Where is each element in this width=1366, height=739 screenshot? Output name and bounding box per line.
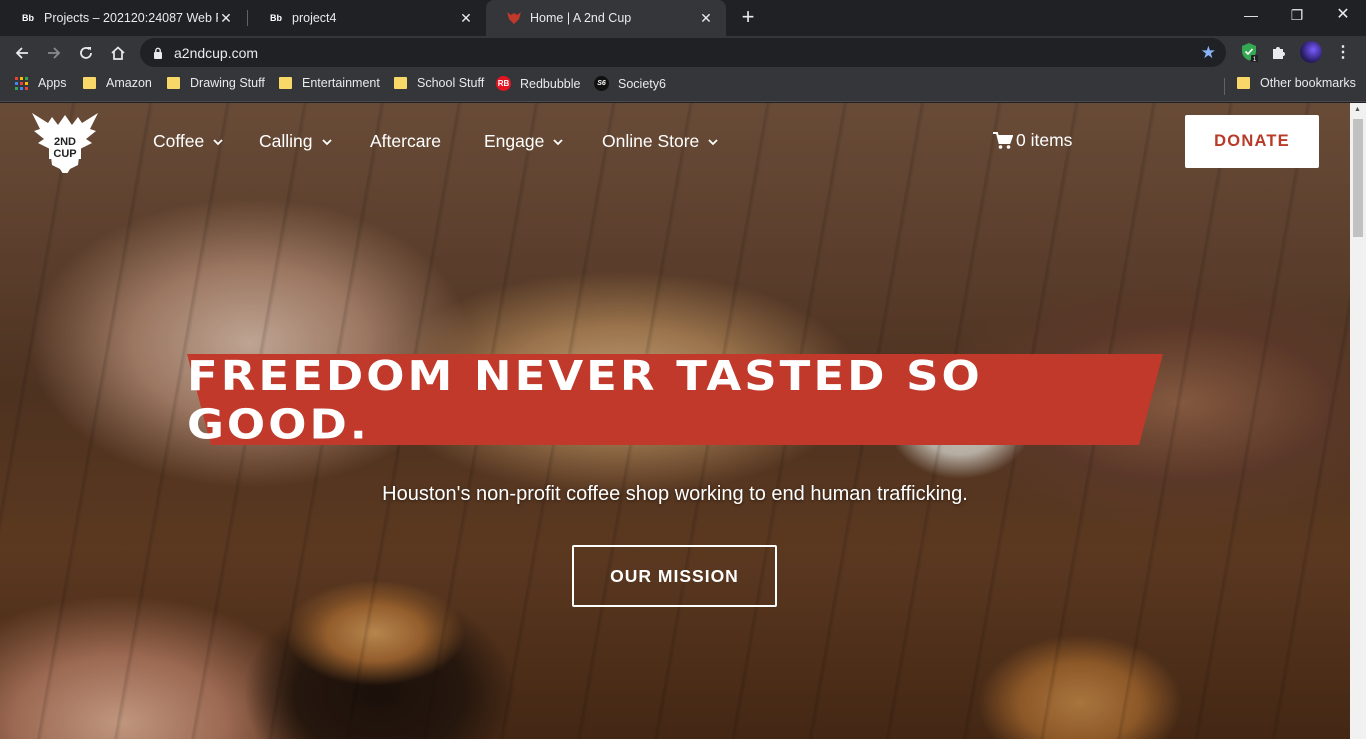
- headline-text: FREEDOM NEVER TASTED SO GOOD.: [187, 350, 983, 449]
- page-scrollbar[interactable]: ▲: [1350, 103, 1366, 739]
- a2ndcup-icon: [506, 10, 522, 26]
- bookmark-label: Other bookmarks: [1260, 76, 1356, 90]
- chevron-down-icon: [708, 138, 718, 145]
- tab-project4[interactable]: Bb project4 ✕: [248, 0, 486, 36]
- bookmark-star-icon[interactable]: ★: [1201, 43, 1216, 63]
- bookmark-other-bookmarks[interactable]: Other bookmarks: [1237, 76, 1356, 90]
- blackboard-icon: Bb: [270, 13, 282, 23]
- lock-icon[interactable]: [153, 46, 163, 64]
- bookmark-label: Redbubble: [520, 76, 581, 91]
- tab-strip: Bb Projects – 202120:24087 Web Pag ✕ Bb …: [0, 0, 1366, 36]
- bookmark-entertainment[interactable]: Entertainment: [279, 76, 380, 90]
- donate-button[interactable]: DONATE: [1185, 115, 1319, 168]
- nav-item-online-store[interactable]: Online Store: [602, 131, 718, 152]
- site-logo[interactable]: 2ND CUP: [30, 109, 100, 177]
- tab-title: project4: [292, 11, 337, 25]
- scrollbar-thumb[interactable]: [1353, 119, 1363, 237]
- nav-label: Engage: [484, 131, 545, 151]
- bookmark-label: Drawing Stuff: [190, 76, 265, 90]
- window-close-icon[interactable]: ✕: [1320, 0, 1366, 30]
- tab-title: Projects – 202120:24087 Web Pag: [44, 11, 218, 25]
- nav-label: Aftercare: [370, 131, 441, 151]
- bookmark-label: Apps: [38, 76, 67, 90]
- tab-projects[interactable]: Bb Projects – 202120:24087 Web Pag ✕: [0, 0, 246, 36]
- nav-item-engage[interactable]: Engage: [484, 131, 563, 152]
- close-icon[interactable]: ✕: [698, 10, 714, 27]
- browser-toolbar: a2ndcup.com ★ 1 ⋮: [0, 36, 1366, 69]
- chevron-down-icon: [553, 138, 563, 145]
- nav-label: Online Store: [602, 131, 700, 151]
- url-text: a2ndcup.com: [174, 45, 259, 61]
- blackboard-icon: Bb: [22, 13, 34, 23]
- nav-item-aftercare[interactable]: Aftercare: [370, 131, 441, 152]
- logo-text-top: 2ND: [54, 136, 76, 148]
- bookmark-amazon[interactable]: Amazon: [83, 76, 152, 90]
- chevron-down-icon: [321, 138, 332, 145]
- minimize-icon[interactable]: —: [1228, 0, 1274, 30]
- close-icon[interactable]: ✕: [218, 10, 234, 27]
- forward-icon[interactable]: [40, 39, 68, 67]
- folder-icon: [394, 77, 407, 89]
- new-tab-icon[interactable]: +: [736, 5, 760, 29]
- bookmark-society6[interactable]: S6 Society6: [594, 76, 666, 91]
- apps-grid-icon: [15, 76, 28, 90]
- hero-section: 2ND CUP Coffee Calling Aftercare Engage …: [0, 103, 1350, 739]
- nav-label: Coffee: [153, 131, 205, 151]
- shield-extension-icon[interactable]: 1: [1238, 41, 1260, 63]
- menu-kebab-icon[interactable]: ⋮: [1332, 41, 1354, 63]
- bookmark-redbubble[interactable]: RB Redbubble: [496, 76, 580, 91]
- bookmark-label: School Stuff: [417, 76, 485, 90]
- nav-item-coffee[interactable]: Coffee: [153, 131, 223, 152]
- tagline-text: Houston's non-profit coffee shop working…: [382, 483, 968, 505]
- bookmark-label: Society6: [618, 76, 666, 91]
- headline-banner: FREEDOM NEVER TASTED SO GOOD.: [187, 350, 1163, 449]
- bookmarks-bar: Apps Amazon Drawing Stuff Entertainment …: [0, 69, 1366, 102]
- home-icon[interactable]: [104, 39, 132, 67]
- society6-icon: S6: [594, 76, 609, 91]
- restore-icon[interactable]: ❐: [1274, 0, 1320, 30]
- tab-title: Home | A 2nd Cup: [530, 11, 632, 25]
- cart-link[interactable]: 0 items: [993, 130, 1072, 151]
- bookmark-label: Amazon: [106, 76, 152, 90]
- address-bar[interactable]: a2ndcup.com ★: [140, 38, 1226, 67]
- scroll-up-icon[interactable]: ▲: [1354, 106, 1361, 113]
- reload-icon[interactable]: [72, 39, 100, 67]
- chevron-down-icon: [213, 138, 223, 145]
- back-icon[interactable]: [8, 39, 36, 67]
- bookmark-apps[interactable]: Apps: [15, 76, 67, 90]
- profile-avatar-icon[interactable]: [1300, 41, 1322, 63]
- close-icon[interactable]: ✕: [458, 10, 474, 27]
- bookmark-drawing-stuff[interactable]: Drawing Stuff: [167, 76, 265, 90]
- folder-icon: [279, 77, 292, 89]
- tab-home-a2ndcup[interactable]: Home | A 2nd Cup ✕: [486, 0, 726, 36]
- logo-text-bottom: CUP: [53, 148, 76, 160]
- bookmark-divider: [1224, 78, 1225, 95]
- bookmark-school-stuff[interactable]: School Stuff: [394, 76, 484, 90]
- nav-label: Calling: [259, 131, 313, 151]
- folder-icon: [167, 77, 180, 89]
- bookmark-label: Entertainment: [302, 76, 380, 90]
- nav-item-calling[interactable]: Calling: [259, 131, 332, 152]
- extensions-puzzle-icon[interactable]: [1268, 41, 1290, 63]
- folder-icon: [83, 77, 96, 89]
- folder-icon: [1237, 77, 1250, 89]
- redbubble-icon: RB: [496, 76, 511, 91]
- shopping-cart-icon: [993, 131, 1013, 149]
- cart-count: 0 items: [1016, 130, 1073, 150]
- our-mission-button[interactable]: OUR MISSION: [572, 545, 777, 607]
